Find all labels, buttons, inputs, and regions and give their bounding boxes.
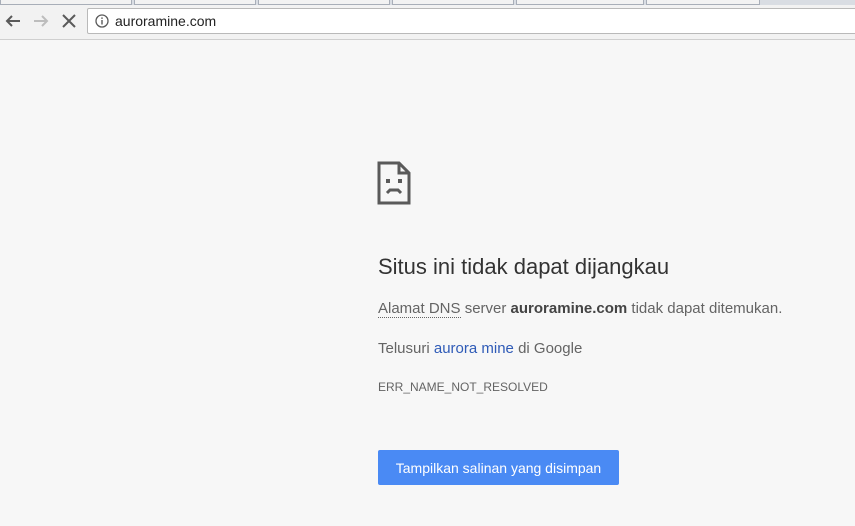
- error-title: Situs ini tidak dapat dijangkau: [378, 254, 670, 279]
- info-icon[interactable]: [95, 14, 109, 28]
- arrow-right-icon: [34, 15, 49, 27]
- google-search-link[interactable]: aurora mine: [434, 340, 514, 357]
- browser-toolbar: auroramine.com: [0, 5, 855, 40]
- error-domain: auroramine.com: [510, 300, 628, 317]
- url-text[interactable]: auroramine.com: [115, 13, 216, 29]
- sad-document-icon: [377, 161, 411, 205]
- address-bar[interactable]: auroramine.com: [87, 8, 855, 34]
- error-page: Situs ini tidak dapat dijangkau Alamat D…: [0, 40, 855, 526]
- error-code: ERR_NAME_NOT_RESOLVED: [378, 380, 548, 394]
- dns-term[interactable]: Alamat DNS: [378, 300, 461, 318]
- arrow-left-icon: [5, 15, 20, 27]
- back-button[interactable]: [0, 8, 26, 34]
- stop-button[interactable]: [56, 8, 82, 34]
- dns-suffix: tidak dapat ditemukan.: [627, 300, 783, 317]
- forward-button[interactable]: [28, 8, 54, 34]
- search-suffix: di Google: [513, 340, 583, 357]
- show-cached-copy-button[interactable]: Tampilkan salinan yang disimpan: [378, 450, 619, 485]
- search-prefix: Telusuri: [378, 340, 434, 357]
- close-icon: [62, 14, 76, 28]
- search-suggestion: Telusuri aurora mine di Google: [378, 340, 582, 358]
- dns-server-word: server: [460, 300, 511, 317]
- dns-message: Alamat DNS server auroramine.com tidak d…: [378, 300, 782, 318]
